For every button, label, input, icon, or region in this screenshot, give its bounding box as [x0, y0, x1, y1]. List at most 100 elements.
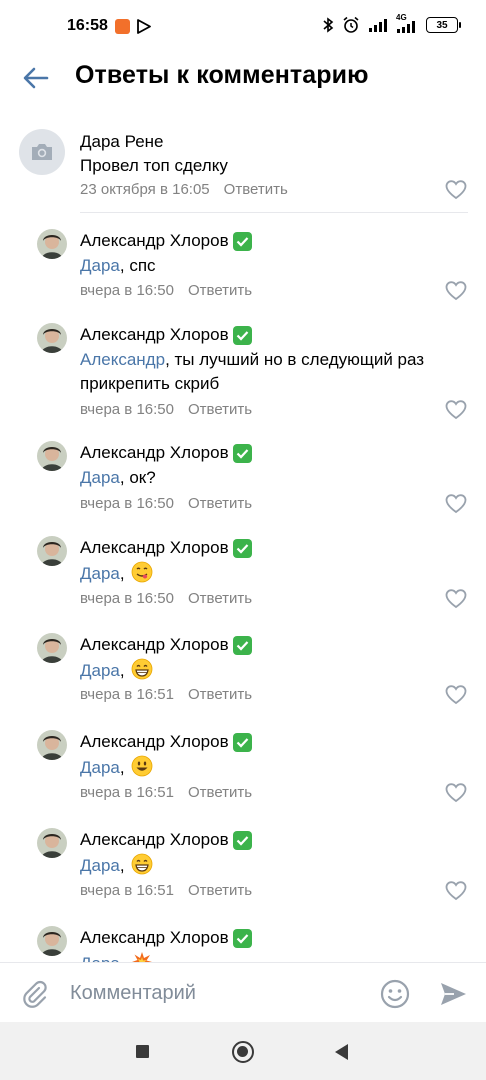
verified-check-icon: [232, 635, 252, 655]
author-name: Александр Хлоров: [80, 732, 229, 751]
status-time: 16:58: [67, 17, 108, 34]
mention-link[interactable]: Дара: [80, 954, 120, 962]
comment-date: вчера в 16:51: [80, 686, 174, 703]
heart-icon[interactable]: [445, 493, 467, 515]
mention-link[interactable]: Дара: [80, 758, 120, 777]
text-body: , ок?: [119, 468, 156, 487]
comment-author[interactable]: Александр Хлоров: [80, 830, 252, 850]
send-icon[interactable]: [438, 979, 468, 1009]
avatar[interactable]: [37, 323, 67, 353]
home-button[interactable]: [232, 1041, 254, 1063]
mention-link[interactable]: Дара: [80, 256, 120, 275]
comment-meta: вчера в 16:51 Ответить: [80, 882, 252, 899]
reply-button[interactable]: Ответить: [188, 686, 252, 703]
text-body: ,: [119, 758, 130, 777]
comment-text: Дара, спс: [80, 254, 470, 278]
reply-button[interactable]: Ответить: [188, 784, 252, 801]
system-back-button[interactable]: [335, 1044, 348, 1060]
heart-icon[interactable]: [445, 399, 467, 421]
mention-link[interactable]: Дара: [80, 564, 120, 583]
back-button[interactable]: [18, 60, 54, 96]
verified-check-icon: [232, 443, 252, 463]
alarm-icon: [343, 16, 359, 33]
comment-author[interactable]: Александр Хлоров: [80, 928, 252, 948]
comment-text: Провел топ сделку: [80, 156, 228, 175]
author-name: Александр Хлоров: [80, 830, 229, 849]
heart-icon[interactable]: [445, 782, 467, 804]
paperclip-icon[interactable]: [20, 979, 50, 1009]
play-store-icon: [137, 19, 151, 34]
mention-link[interactable]: Дара: [80, 856, 120, 875]
verified-check-icon: [232, 231, 252, 251]
text-body: ,: [119, 564, 130, 583]
author-name: Александр Хлоров: [80, 635, 229, 654]
mention-link[interactable]: Дара: [80, 468, 120, 487]
heart-icon[interactable]: [445, 179, 467, 201]
comment-meta: вчера в 16:50 Ответить: [80, 282, 252, 299]
text-body: ,: [119, 856, 130, 875]
system-nav-bar: [0, 1022, 486, 1080]
heart-icon[interactable]: [445, 684, 467, 706]
mention-link[interactable]: Александр: [80, 350, 165, 369]
grinning-face-emoji-icon: [131, 853, 153, 875]
arrow-left-icon: [23, 67, 49, 89]
comment-meta: 23 октября в 16:05 Ответить: [80, 181, 288, 198]
mention-link[interactable]: Дара: [80, 661, 120, 680]
smile-icon[interactable]: [379, 978, 411, 1010]
comment-date: вчера в 16:50: [80, 590, 174, 607]
comment-author[interactable]: Александр Хлоров: [80, 325, 252, 345]
comment-input[interactable]: [70, 977, 360, 1009]
reply-button[interactable]: Ответить: [188, 495, 252, 512]
comment-text: Дара, ок?: [80, 466, 470, 490]
header: Ответы к комментарию: [0, 54, 486, 104]
comment-author[interactable]: Дара Рене: [80, 132, 164, 152]
reply-button[interactable]: Ответить: [188, 282, 252, 299]
reply-button[interactable]: Ответить: [188, 590, 252, 607]
avatar[interactable]: [37, 536, 67, 566]
comment-author[interactable]: Александр Хлоров: [80, 732, 252, 752]
avatar[interactable]: [37, 441, 67, 471]
author-name: Александр Хлоров: [80, 231, 229, 250]
reply-button[interactable]: Ответить: [188, 882, 252, 899]
verified-check-icon: [232, 325, 252, 345]
avatar[interactable]: [37, 828, 67, 858]
collision-emoji-icon: [132, 952, 153, 962]
comment-date: вчера в 16:50: [80, 401, 174, 418]
heart-icon[interactable]: [445, 880, 467, 902]
comment-author[interactable]: Александр Хлоров: [80, 231, 252, 251]
avatar[interactable]: [37, 730, 67, 760]
comment-author[interactable]: Александр Хлоров: [80, 635, 252, 655]
status-indicators: 4G 35: [322, 13, 461, 34]
avatar[interactable]: [19, 129, 65, 175]
status-bar: 16:58 4G 35: [0, 0, 486, 54]
verified-check-icon: [232, 830, 252, 850]
author-name: Александр Хлоров: [80, 443, 229, 462]
avatar[interactable]: [37, 229, 67, 259]
comment-text: Дара,: [80, 951, 470, 962]
signal-icon: [369, 19, 387, 32]
page-title: Ответы к комментарию: [75, 61, 369, 89]
heart-icon[interactable]: [445, 588, 467, 610]
text-body: , спс: [119, 256, 156, 275]
reply-button[interactable]: Ответить: [188, 401, 252, 418]
comments-feed[interactable]: Дара Рене Провел топ сделку 23 октября в…: [0, 104, 486, 962]
reply-button[interactable]: Ответить: [224, 181, 288, 198]
heart-icon[interactable]: [445, 280, 467, 302]
comment-meta: вчера в 16:51 Ответить: [80, 686, 252, 703]
comment-date: 23 октября в 16:05: [80, 181, 210, 198]
comment-text: Дара,: [80, 755, 470, 780]
text-body: ,: [120, 954, 129, 962]
comment-author[interactable]: Александр Хлоров: [80, 538, 252, 558]
recents-button[interactable]: [136, 1045, 149, 1058]
comment-author[interactable]: Александр Хлоров: [80, 443, 252, 463]
avatar[interactable]: [37, 926, 67, 956]
text-body: ,: [119, 661, 130, 680]
author-name: Александр Хлоров: [80, 325, 229, 344]
savoring-face-emoji-icon: [131, 561, 153, 583]
verified-check-icon: [232, 538, 252, 558]
comment-meta: вчера в 16:50 Ответить: [80, 590, 252, 607]
comment-date: вчера в 16:51: [80, 784, 174, 801]
verified-check-icon: [232, 928, 252, 948]
comment-meta: вчера в 16:50 Ответить: [80, 401, 252, 418]
avatar[interactable]: [37, 633, 67, 663]
